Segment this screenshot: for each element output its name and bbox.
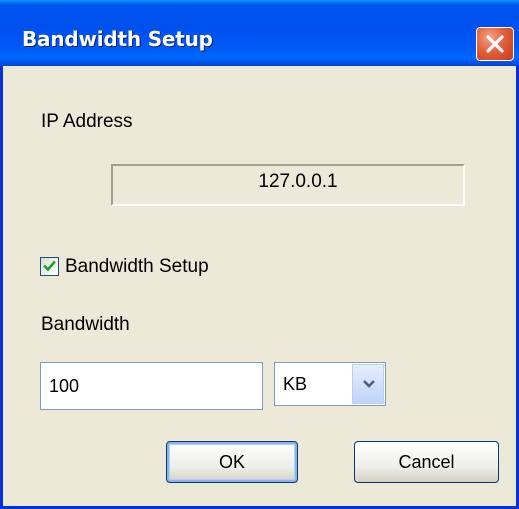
unit-select[interactable]: KB	[274, 362, 386, 406]
close-icon	[486, 35, 504, 53]
ok-button[interactable]: OK	[166, 441, 298, 483]
checkmark-icon	[43, 260, 56, 272]
ip-address-field: 127.0.0.1	[111, 164, 465, 206]
chevron-down-icon	[363, 380, 375, 388]
unit-dropdown-button[interactable]	[352, 364, 384, 404]
window-title: Bandwidth Setup	[22, 27, 213, 51]
ip-address-value: 127.0.0.1	[258, 171, 338, 192]
title-bar[interactable]: Bandwidth Setup	[0, 0, 519, 66]
bandwidth-setup-checkbox[interactable]	[40, 257, 59, 276]
close-button[interactable]	[476, 27, 514, 61]
bandwidth-input[interactable]	[40, 362, 263, 410]
ip-address-label: IP Address	[41, 111, 133, 132]
bandwidth-setup-dialog: Bandwidth Setup IP Address 127.0.0.1 Ban…	[0, 0, 519, 509]
cancel-button[interactable]: Cancel	[354, 441, 499, 483]
bandwidth-label: Bandwidth	[41, 314, 130, 335]
unit-select-value: KB	[283, 374, 308, 394]
bandwidth-setup-checkbox-label[interactable]: Bandwidth Setup	[65, 256, 209, 278]
